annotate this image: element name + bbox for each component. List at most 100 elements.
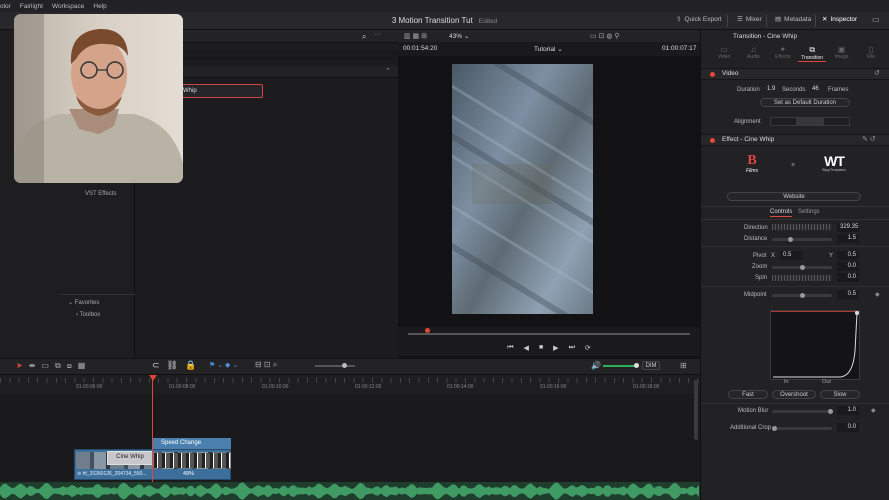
play-icon[interactable]: ▶ xyxy=(553,344,558,352)
direction-value[interactable]: 329.35 xyxy=(837,223,859,232)
slider-knob[interactable] xyxy=(800,265,805,270)
skip-to-start-icon[interactable]: ⏮ xyxy=(507,344,513,352)
duration-seconds-field[interactable]: 1.9 xyxy=(764,85,778,94)
keyframe-icon[interactable]: ◆ xyxy=(871,407,876,414)
menu-item-help[interactable]: Help xyxy=(93,3,106,10)
menu-item-workspace[interactable]: Workspace xyxy=(52,3,84,10)
menu-item-fairlight[interactable]: Fairlight xyxy=(20,3,43,10)
zoom-tools-icons[interactable]: ⊟ ⊡ ⌕ xyxy=(255,360,277,370)
speed-change-label[interactable]: Speed Change xyxy=(153,438,231,449)
distance-value[interactable]: 1.5 xyxy=(837,234,859,243)
tab-audio[interactable]: ♫ Audio xyxy=(739,45,767,62)
skip-to-end-icon[interactable]: ⏭ xyxy=(569,344,575,352)
tab-effects[interactable]: ✦ Effects xyxy=(769,45,797,62)
slider-knob[interactable] xyxy=(788,237,793,242)
effect-enable-toggle[interactable] xyxy=(710,138,715,143)
align-center-button[interactable] xyxy=(797,118,824,125)
dim-button[interactable]: DIM xyxy=(642,361,660,370)
spin-jog-wheel[interactable] xyxy=(772,275,832,281)
align-left-button[interactable] xyxy=(771,118,798,125)
tab-image[interactable]: ▣ Image xyxy=(828,45,856,62)
tab-video[interactable]: ▭ Video xyxy=(710,45,738,62)
slider-knob[interactable] xyxy=(800,293,805,298)
lock-icon[interactable]: 🔒 xyxy=(185,360,203,370)
viewer-tools-icon[interactable]: ▭ ⊡ ◍ ⚲ xyxy=(590,32,620,40)
metadata-button[interactable]: ▤ Metadata xyxy=(775,15,811,24)
additional-crop-value[interactable]: 0.0 xyxy=(837,423,859,432)
trim-tool-icon[interactable]: ⇼ xyxy=(29,361,42,370)
volume-icon[interactable]: 🔊 xyxy=(591,361,601,370)
edit-tools-icons[interactable]: ➤⇼▭⧉⧈▦ xyxy=(16,361,91,371)
viewer-scrub-bar[interactable] xyxy=(398,327,700,339)
motion-blur-value[interactable]: 1.0 xyxy=(837,406,859,415)
zoom-slider[interactable] xyxy=(772,265,832,270)
effect-item-cine-whip[interactable]: Whip xyxy=(170,84,263,98)
spin-value[interactable]: 0.0 xyxy=(837,273,859,282)
mixer-button[interactable]: ☰ Mixer xyxy=(737,15,762,24)
keyframe-icon[interactable]: ◆ xyxy=(875,291,880,298)
audio-track[interactable] xyxy=(0,482,700,500)
settings-tab[interactable]: Settings xyxy=(798,209,820,215)
insert-icon[interactable]: ⧉ xyxy=(55,361,67,370)
play-reverse-icon[interactable]: ◀ xyxy=(524,344,529,352)
viewer-layout-icon[interactable]: ▥ ▦ ⊞ xyxy=(404,32,427,40)
favorites-item[interactable]: ⌄ Favorites xyxy=(68,299,99,306)
timeline-scrollbar[interactable] xyxy=(694,380,698,440)
quick-export-button[interactable]: ⇧ Quick Export xyxy=(676,15,722,24)
slider-knob[interactable] xyxy=(772,426,777,431)
image-icon: ▣ xyxy=(837,45,846,54)
replace-icon[interactable]: ▦ xyxy=(78,361,92,370)
menu-item-color[interactable]: olor xyxy=(0,3,11,10)
pivot-y-field[interactable]: 0.5 xyxy=(837,251,859,260)
monitor-icon[interactable]: ▭ xyxy=(872,15,880,24)
loop-icon[interactable]: ⟳ xyxy=(585,344,591,352)
motion-blur-slider[interactable] xyxy=(772,409,833,414)
timeline-zoom-slider[interactable] xyxy=(315,363,355,368)
collapse-icon[interactable]: ⌃ xyxy=(385,67,391,75)
slow-preset-button[interactable]: Slow xyxy=(820,390,860,399)
zoom-dropdown[interactable]: 43% ⌄ xyxy=(449,32,469,40)
timeline-selector[interactable]: Tutorial ⌄ xyxy=(534,45,563,53)
flag-marker-icons[interactable]: ⚑ ⌄ ◆ ⌄ xyxy=(209,361,238,369)
search-icon[interactable]: ⌕ xyxy=(362,32,366,42)
pivot-x-field[interactable]: 0.5 xyxy=(780,251,802,260)
stop-icon[interactable]: ■ xyxy=(539,344,543,351)
overwrite-icon[interactable]: ⧈ xyxy=(67,361,78,370)
playhead-handle[interactable] xyxy=(149,375,157,381)
duration-frames-field[interactable]: 46 xyxy=(809,85,823,94)
timeline-options-icon[interactable]: ⊞ xyxy=(680,361,687,370)
blade-tool-icon[interactable]: ▭ xyxy=(41,361,55,370)
ease-curve-editor[interactable] xyxy=(770,310,860,380)
align-right-button[interactable] xyxy=(823,118,849,125)
slider-knob[interactable] xyxy=(342,363,347,368)
cine-whip-transition[interactable]: Cine Whip xyxy=(107,451,153,465)
additional-crop-slider[interactable] xyxy=(772,426,832,431)
midpoint-slider[interactable] xyxy=(772,293,832,298)
snap-link-icons[interactable]: ⊂⛓🔒 xyxy=(152,360,203,371)
vst-effects-item[interactable]: VST Effects xyxy=(85,191,116,197)
selection-tool-icon[interactable]: ➤ xyxy=(16,361,29,370)
reset-icon[interactable]: ✎ ↺ xyxy=(862,135,876,143)
section-enable-toggle[interactable] xyxy=(710,72,715,77)
overshoot-preset-button[interactable]: Overshoot xyxy=(772,390,816,399)
direction-jog-wheel[interactable] xyxy=(772,224,832,230)
slider-knob[interactable] xyxy=(828,409,833,414)
tab-file[interactable]: ▯ File xyxy=(857,45,885,62)
toolbox-item[interactable]: › Toolbox xyxy=(76,312,100,318)
controls-tab[interactable]: Controls xyxy=(770,209,793,217)
scrub-playhead[interactable] xyxy=(425,328,430,333)
tab-transition[interactable]: ⧉ Transition xyxy=(798,45,827,62)
fast-preset-button[interactable]: Fast xyxy=(728,390,768,399)
more-options-icon[interactable]: ··· xyxy=(374,31,381,38)
midpoint-value[interactable]: 0.5 xyxy=(837,290,859,299)
volume-slider[interactable] xyxy=(603,363,639,368)
website-button[interactable]: Website xyxy=(727,192,861,201)
link-icon[interactable]: ⛓ xyxy=(167,360,185,370)
zoom-value[interactable]: 0.0 xyxy=(837,262,859,271)
snapping-icon[interactable]: ⊂ xyxy=(152,360,167,370)
reset-icon[interactable]: ↺ xyxy=(874,69,880,77)
inspector-button[interactable]: ✕ Inspector xyxy=(822,15,857,24)
slider-knob[interactable] xyxy=(634,363,639,368)
distance-slider[interactable] xyxy=(772,237,832,242)
set-default-duration-button[interactable]: Set as Default Duration xyxy=(760,98,850,107)
